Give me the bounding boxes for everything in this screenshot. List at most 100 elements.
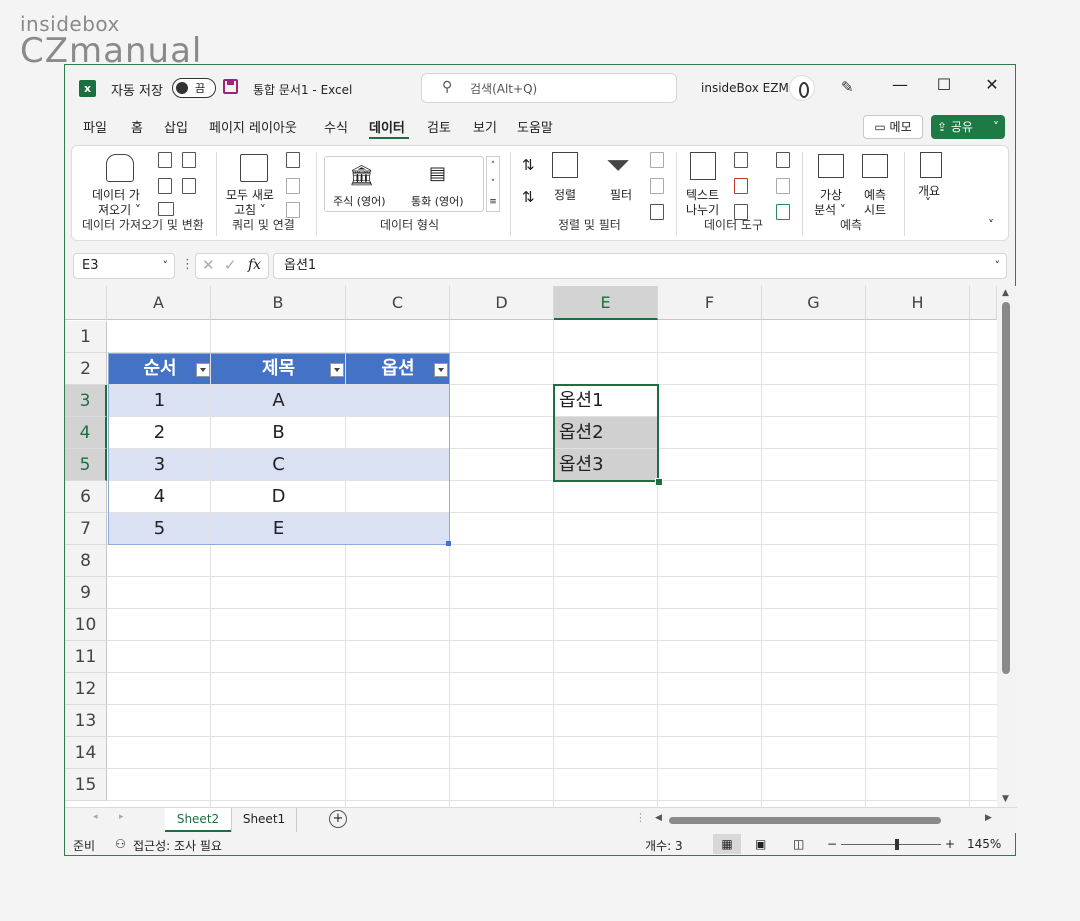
consolidate-icon[interactable] [776, 152, 790, 168]
maximize-button[interactable]: ☐ [929, 75, 959, 94]
table-header-title[interactable]: 제목 [211, 353, 346, 385]
from-text-icon[interactable] [158, 152, 172, 168]
sort-icon[interactable] [552, 152, 578, 178]
share-button[interactable]: ⇪ 공유 ˅ [931, 115, 1005, 139]
col-header-f[interactable]: F [658, 286, 762, 320]
page-break-view-icon[interactable]: ◫ [793, 837, 804, 851]
menu-file[interactable]: 파일 [83, 117, 107, 136]
sort-asc-icon[interactable]: ⇅ [522, 156, 535, 174]
row-header-9[interactable]: 9 [65, 577, 107, 609]
menu-insert[interactable]: 삽입 [164, 117, 188, 136]
filter-icon[interactable]: ⏷ [606, 148, 630, 183]
sheet-tab-sheet2[interactable]: Sheet2 [165, 808, 231, 832]
prev-sheet-icon[interactable]: ◂ [93, 812, 98, 822]
table-header-option[interactable]: 옵션 [346, 353, 450, 385]
table-cell[interactable]: B [211, 417, 346, 449]
scroll-right-icon[interactable]: ▶ [985, 813, 992, 823]
forecast-sheet-icon[interactable] [862, 154, 888, 178]
next-sheet-icon[interactable]: ▸ [119, 812, 124, 822]
text-to-columns-icon[interactable] [690, 152, 716, 180]
scroll-down-icon[interactable]: ▼ [1002, 794, 1009, 804]
scroll-up-icon[interactable]: ▲ [1002, 288, 1009, 298]
row-header-15[interactable]: 15 [65, 769, 107, 801]
what-if-icon[interactable] [818, 154, 844, 178]
table-cell[interactable]: 5 [108, 513, 211, 545]
row-header-11[interactable]: 11 [65, 641, 107, 673]
menu-view[interactable]: 보기 [473, 117, 497, 136]
table-cell[interactable]: 2 [108, 417, 211, 449]
filter-label[interactable]: 필터 [610, 186, 632, 203]
row-header-8[interactable]: 8 [65, 545, 107, 577]
from-web-icon[interactable] [182, 152, 196, 168]
zoom-out-icon[interactable]: − [827, 837, 837, 851]
flash-fill-icon[interactable] [734, 152, 748, 168]
page-layout-view-icon[interactable]: ▣ [755, 837, 766, 851]
ribbon-collapse-chevron-icon[interactable]: ˅ [988, 218, 994, 232]
from-table-icon[interactable] [158, 178, 172, 194]
zoom-slider[interactable] [841, 844, 941, 845]
zoom-slider-thumb[interactable] [895, 839, 899, 850]
accessibility-status[interactable]: 접근성: 조사 필요 [133, 837, 222, 854]
table-cell[interactable]: C [211, 449, 346, 481]
col-header-e[interactable]: E [554, 286, 658, 320]
menu-page-layout[interactable]: 페이지 레이아웃 [209, 117, 297, 136]
table-cell[interactable]: D [211, 481, 346, 513]
row-header-10[interactable]: 10 [65, 609, 107, 641]
forecast-label-2[interactable]: 시트 [864, 201, 886, 218]
row-header-6[interactable]: 6 [65, 481, 107, 513]
table-cell[interactable]: E [211, 513, 346, 545]
close-button[interactable]: ✕ [977, 75, 1007, 94]
get-data-icon[interactable] [106, 154, 134, 182]
table-cell[interactable]: 4 [108, 481, 211, 513]
row-header-13[interactable]: 13 [65, 705, 107, 737]
zoom-level[interactable]: 145% [967, 837, 1001, 851]
col-header-g[interactable]: G [762, 286, 866, 320]
table-cell[interactable]: 3 [108, 449, 211, 481]
chevron-down-icon[interactable]: ˅ [163, 254, 169, 278]
splitter-icon[interactable]: ⋮ [635, 811, 646, 824]
expand-formula-icon[interactable]: ˅ [995, 254, 1001, 278]
save-icon[interactable] [223, 79, 238, 94]
row-header-5[interactable]: 5 [65, 449, 107, 481]
outline-icon[interactable] [920, 152, 942, 178]
designer-pen-icon[interactable]: ✎ [841, 78, 854, 96]
vertical-scrollbar[interactable]: ▲ ▼ [997, 286, 1017, 807]
sort-desc-icon[interactable]: ⇅ [522, 188, 535, 206]
filter-dropdown-icon[interactable] [196, 363, 210, 377]
menu-review[interactable]: 검토 [427, 117, 451, 136]
table-cell[interactable]: A [211, 385, 346, 417]
row-header-14[interactable]: 14 [65, 737, 107, 769]
col-header-a[interactable]: A [107, 286, 211, 320]
scroll-left-icon[interactable]: ◀ [655, 813, 662, 823]
row-header-1[interactable]: 1 [65, 321, 107, 353]
row-header-12[interactable]: 12 [65, 673, 107, 705]
row-header-2[interactable]: 2 [65, 353, 107, 385]
zoom-in-icon[interactable]: + [945, 837, 955, 851]
search-box[interactable]: ⚲ 검색(Alt+Q) [421, 73, 677, 103]
row-header-3[interactable]: 3 [65, 385, 107, 417]
menu-formulas[interactable]: 수식 [324, 117, 348, 136]
chevron-down-icon[interactable]: ˅ [993, 115, 999, 139]
insert-function-icon[interactable]: fx [248, 257, 261, 273]
name-box[interactable]: E3 ˅ [73, 253, 175, 279]
outline-label-2[interactable]: ˅ [925, 196, 931, 210]
row-header-7[interactable]: 7 [65, 513, 107, 545]
user-name[interactable]: insideBox EZM [701, 81, 789, 95]
remove-duplicates-icon[interactable] [734, 178, 748, 194]
filter-dropdown-icon[interactable] [434, 363, 448, 377]
col-header-d[interactable]: D [450, 286, 554, 320]
table-header-order[interactable]: 순서 [108, 353, 212, 385]
advanced-filter-icon[interactable] [650, 204, 664, 220]
avatar[interactable] [789, 75, 815, 101]
col-header-c[interactable]: C [346, 286, 450, 320]
queries-connections-icon[interactable] [286, 152, 300, 168]
col-header-h[interactable]: H [866, 286, 970, 320]
menu-help[interactable]: 도움말 [517, 117, 553, 136]
vertical-scroll-thumb[interactable] [1002, 302, 1010, 674]
add-sheet-icon[interactable]: + [329, 810, 347, 828]
data-model-icon[interactable] [776, 204, 790, 220]
formula-input[interactable]: 옵션1 ˅ [273, 253, 1007, 279]
normal-view-icon[interactable]: ▦ [713, 834, 741, 854]
col-header-b[interactable]: B [211, 286, 346, 320]
select-all-corner[interactable] [65, 286, 107, 320]
